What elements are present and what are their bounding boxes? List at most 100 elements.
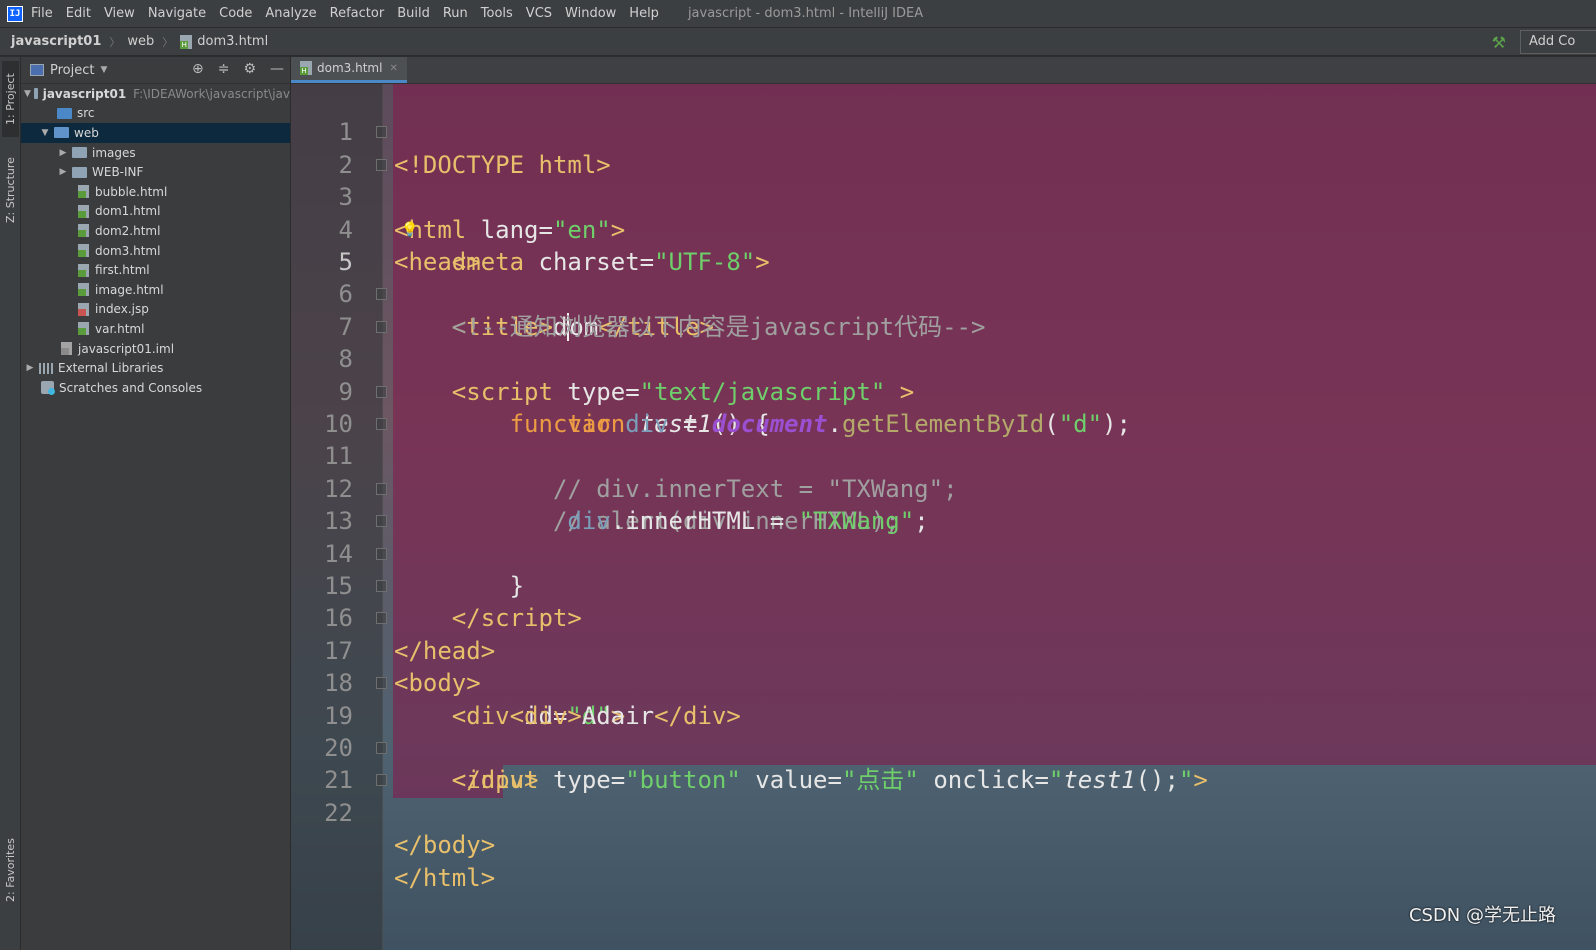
fold-marker-icon[interactable] — [376, 288, 387, 301]
menu-file[interactable]: File — [31, 6, 53, 21]
favorites-tool-tab[interactable]: 2: Favorites — [2, 827, 19, 913]
menu-code[interactable]: Code — [219, 6, 252, 21]
menu-navigate[interactable]: Navigate — [148, 6, 206, 21]
code-line-current[interactable]: 5 💡 <title>dom</title> — [291, 214, 1596, 341]
fold-marker-icon[interactable] — [376, 742, 387, 754]
fold-marker-icon[interactable] — [376, 320, 387, 333]
fold-marker-icon[interactable] — [376, 158, 387, 171]
code-line[interactable]: 11 // alert(div.innerHTML); — [291, 408, 1596, 535]
code-line[interactable]: 8 function test1() { — [291, 311, 1596, 438]
tree-item-scratches[interactable]: Scratches and Consoles — [21, 378, 290, 398]
fold-marker-icon[interactable] — [376, 612, 387, 625]
collapsed-arrow-icon[interactable]: ▶ — [24, 363, 36, 373]
build-hammer-icon[interactable]: ⚒ — [1492, 33, 1506, 52]
tree-item-dom2-html[interactable]: dom2.html — [21, 221, 290, 241]
menu-edit[interactable]: Edit — [66, 6, 91, 21]
tree-item-label: index.jsp — [95, 302, 149, 317]
html-file-icon — [180, 34, 193, 49]
code-line[interactable]: 7 <script type="text/javascript" > — [291, 278, 1596, 406]
tree-item-images[interactable]: ▶ images — [21, 143, 290, 163]
collapsed-arrow-icon[interactable]: ▶ — [57, 148, 69, 158]
navbar-right: ⚒ Add Co — [1492, 30, 1596, 54]
tab-dom3-html[interactable]: dom3.html ✕ — [291, 57, 407, 83]
fold-marker-icon[interactable] — [376, 126, 387, 139]
code-line[interactable]: 3 <head> — [291, 149, 1596, 276]
html-file-icon — [78, 263, 89, 277]
menu-help[interactable]: Help — [629, 6, 659, 21]
window-title: javascript - dom3.html - IntelliJ IDEA — [687, 6, 924, 21]
code-line[interactable]: 16 <body> — [291, 570, 1596, 697]
close-icon[interactable]: ✕ — [389, 63, 397, 74]
favorites-tool-tab-label: 2: Favorites — [4, 838, 17, 902]
tree-item-dom1-html[interactable]: dom1.html — [21, 202, 290, 222]
breadcrumb-file[interactable]: dom3.html — [180, 34, 268, 49]
library-icon — [39, 362, 53, 374]
code-line[interactable]: 9 var div = document.getElementById("d")… — [291, 343, 1596, 438]
code-line[interactable]: 19 </div> — [291, 667, 1596, 794]
fold-marker-icon[interactable] — [376, 482, 387, 495]
collapse-all-icon[interactable]: ≑ — [218, 61, 230, 77]
project-panel-title[interactable]: Project — [50, 63, 94, 78]
breadcrumb-project[interactable]: javascript01 — [11, 34, 101, 49]
fold-marker-icon[interactable] — [376, 385, 387, 398]
menu-build[interactable]: Build — [397, 6, 430, 21]
gear-icon[interactable]: ⚙ — [243, 61, 256, 77]
tree-item-first-html[interactable]: first.html — [21, 260, 290, 280]
tree-item-web-inf[interactable]: ▶ WEB-INF — [21, 162, 290, 182]
code-line[interactable]: 4 <meta charset="UTF-8"> — [291, 181, 1596, 276]
fold-marker-icon[interactable] — [376, 580, 387, 592]
code-line[interactable]: 20 <input type="button" value="点击" oncli… — [291, 700, 1596, 794]
chevron-down-icon[interactable]: ▼ — [100, 65, 107, 75]
breadcrumb-web[interactable]: web — [127, 34, 154, 49]
fold-marker-icon[interactable] — [376, 774, 387, 787]
left-tool-strip: 1: Project Z: Structure 2: Favorites — [0, 57, 21, 950]
tree-item-label: dom1.html — [95, 204, 161, 219]
code-line[interactable]: 10 // div.innerText = "TXWang"; — [291, 376, 1596, 503]
tree-item-var-html[interactable]: var.html — [21, 319, 290, 339]
fold-marker-icon[interactable] — [376, 515, 387, 528]
menu-view[interactable]: View — [104, 6, 135, 21]
code-line[interactable]: 22 </html> — [291, 764, 1596, 892]
tree-item-iml[interactable]: javascript01.iml — [21, 339, 290, 359]
minimize-icon[interactable]: — — [270, 61, 284, 77]
collapsed-arrow-icon[interactable]: ▶ — [57, 167, 69, 177]
code-line[interactable]: 13 } — [291, 473, 1596, 600]
tree-item-external-libraries[interactable]: ▶ External Libraries — [21, 358, 290, 378]
fold-marker-icon[interactable] — [376, 547, 387, 560]
fold-marker-icon[interactable] — [376, 677, 387, 690]
menu-refactor[interactable]: Refactor — [330, 6, 385, 21]
code-text: </html> — [394, 863, 496, 892]
tree-item-bubble-html[interactable]: bubble.html — [21, 182, 290, 202]
tree-item-web[interactable]: ▼ web — [21, 123, 290, 143]
add-configuration-button[interactable]: Add Co — [1520, 30, 1596, 54]
project-tool-tab[interactable]: 1: Project — [2, 61, 19, 137]
code-line[interactable]: 6 <!--通知浏览器以下内容是javascript代码--> — [291, 246, 1596, 340]
menu-vcs[interactable]: VCS — [526, 6, 552, 21]
lightbulb-icon[interactable]: 💡 — [401, 214, 418, 246]
locate-file-icon[interactable]: ⊕ — [192, 61, 204, 77]
menu-tools[interactable]: Tools — [481, 6, 513, 21]
tree-item-root[interactable]: ▼ javascript01 F:\IDEAWork\javascript\ja… — [21, 84, 290, 104]
code-line[interactable]: 12 div.innerHTML = "TXWang"; — [291, 440, 1596, 535]
code-line[interactable]: 1 <!DOCTYPE html> — [291, 84, 1596, 178]
code-line[interactable]: 17 <div id="d"> — [291, 602, 1596, 730]
tree-item-label: bubble.html — [95, 184, 168, 199]
tree-item-index-jsp[interactable]: index.jsp — [21, 300, 290, 320]
code-line[interactable]: 21 </body> — [291, 732, 1596, 859]
menu-run[interactable]: Run — [443, 6, 468, 21]
expanded-arrow-icon[interactable]: ▼ — [24, 89, 31, 99]
menu-window[interactable]: Window — [565, 6, 616, 21]
tree-item-src[interactable]: src — [21, 104, 290, 124]
tree-item-image-html[interactable]: image.html — [21, 280, 290, 300]
structure-tool-tab[interactable]: Z: Structure — [2, 149, 19, 231]
intellij-logo-icon: IJ — [7, 5, 23, 22]
tree-item-dom3-html[interactable]: dom3.html — [21, 241, 290, 261]
code-line[interactable]: 2 <html lang="en"> — [291, 116, 1596, 244]
expanded-arrow-icon[interactable]: ▼ — [39, 128, 51, 138]
code-line[interactable]: 14 </script> — [291, 505, 1596, 632]
menu-analyze[interactable]: Analyze — [265, 6, 316, 21]
project-panel: Project ▼ ⊕ ≑ ⚙ — ▼ javascript01 F:\IDEA… — [21, 57, 291, 950]
code-line[interactable]: 15 </head> — [291, 538, 1596, 665]
fold-marker-icon[interactable] — [376, 418, 387, 430]
code-line[interactable]: 18 <div>Adair</div> — [291, 635, 1596, 729]
